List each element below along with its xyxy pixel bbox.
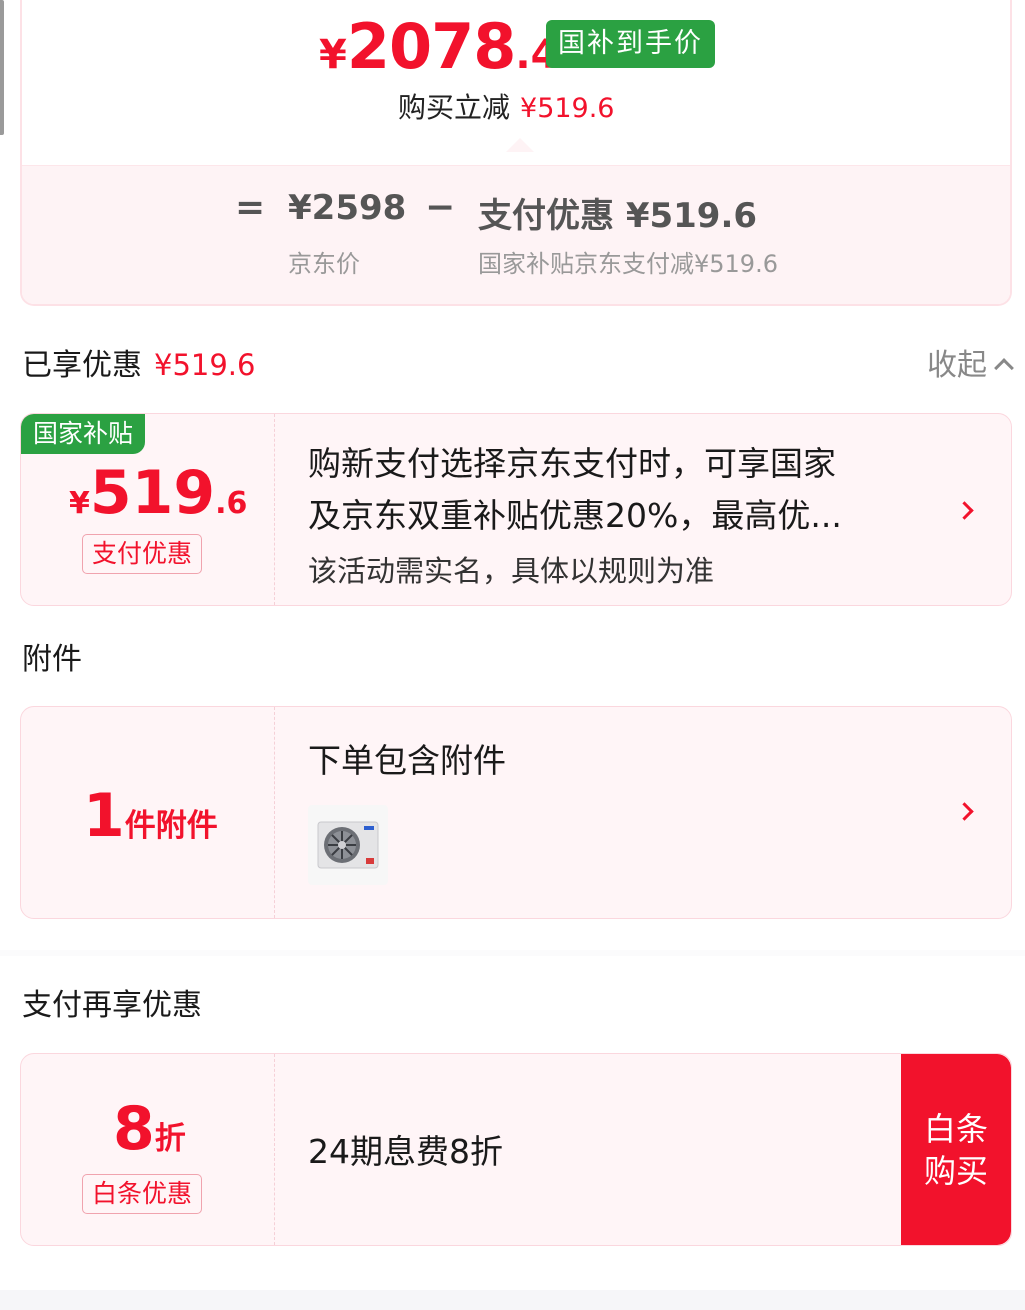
bottom-strip bbox=[0, 1290, 1025, 1310]
chevron-right-icon bbox=[955, 501, 974, 520]
accessory-count-unit: 件附件 bbox=[124, 808, 218, 844]
scroll-indicator[interactable] bbox=[0, 0, 4, 135]
pointer-arrow bbox=[506, 138, 534, 152]
accessory-count-number: 1 bbox=[83, 781, 125, 851]
buy-button-line1: 白条 bbox=[923, 1109, 988, 1148]
collapse-label: 收起 bbox=[927, 348, 987, 383]
enjoyed-title: 已享优惠 bbox=[22, 348, 142, 383]
final-price: ¥2078.4 bbox=[319, 10, 558, 83]
reduction-label: 购买立减 bbox=[398, 91, 511, 124]
discount-rate: 8折 bbox=[113, 1094, 186, 1164]
accessory-section-title: 附件 bbox=[22, 642, 82, 677]
collapse-button[interactable]: 收起 bbox=[927, 340, 1014, 384]
national-subsidy-card[interactable]: ¥519.6 支付优惠 国家补贴 购新支付选择京东支付时，可享国家 及京东双重补… bbox=[20, 413, 1012, 606]
discount-unit: 折 bbox=[154, 1121, 186, 1157]
reduction-value: ¥519.6 bbox=[520, 93, 615, 124]
outdoor-unit-icon bbox=[317, 821, 379, 869]
subsidy-amount-decimal: .6 bbox=[215, 486, 248, 521]
outdoor-unit-thumbnail[interactable] bbox=[308, 805, 388, 885]
pay-discount-value: 支付优惠 ¥519.6 bbox=[478, 196, 758, 236]
jd-price-value: ¥2598 bbox=[288, 188, 407, 228]
accessory-count: 1件附件 bbox=[83, 781, 218, 851]
minus-sign: − bbox=[425, 187, 456, 228]
baitiao-discount-card[interactable]: 8折 白条优惠 24期息费8折 白条 购买 bbox=[20, 1053, 1012, 1246]
subsidy-note: 该活动需实名，具体以规则为准 bbox=[308, 554, 715, 588]
baitiao-buy-button[interactable]: 白条 购买 bbox=[901, 1054, 1011, 1245]
chevron-right-icon bbox=[955, 802, 974, 821]
enjoyed-discount-header: 已享优惠 ¥519.6 bbox=[22, 340, 255, 384]
subsidy-currency: ¥ bbox=[69, 486, 90, 521]
currency-symbol: ¥ bbox=[319, 32, 347, 78]
subsidy-amount: ¥519.6 bbox=[69, 458, 247, 528]
installment-desc: 24期息费8折 bbox=[308, 1132, 503, 1171]
equals-sign: = bbox=[235, 187, 266, 228]
subsidy-desc-line1: 购新支付选择京东支付时，可享国家 bbox=[308, 444, 836, 483]
pay-discount-label: 国家补贴京东支付减¥519.6 bbox=[478, 250, 778, 278]
final-price-integer: 2078 bbox=[346, 10, 517, 83]
subsidy-amount-integer: 519 bbox=[89, 458, 216, 528]
accessory-count-panel: 1件附件 bbox=[21, 707, 275, 918]
accessory-title: 下单包含附件 bbox=[308, 741, 506, 780]
jd-price-label: 京东价 bbox=[288, 250, 360, 278]
baitiao-badge: 白条优惠 bbox=[82, 1174, 203, 1214]
accessory-card[interactable]: 1件附件 下单包含附件 bbox=[20, 706, 1012, 919]
buy-button-line2: 购买 bbox=[923, 1151, 988, 1190]
price-breakdown-card: ¥2078.4 国补到手价 购买立减 ¥519.6 = ¥2598 京东价 − 支… bbox=[20, 0, 1012, 306]
subsidy-price-tag: 国补到手价 bbox=[546, 20, 715, 68]
enjoyed-value: ¥519.6 bbox=[154, 348, 256, 382]
national-subsidy-tag: 国家补贴 bbox=[21, 414, 146, 454]
subsidy-desc-line2: 及京东双重补贴优惠20%，最高优... bbox=[308, 496, 842, 535]
chevron-up-icon bbox=[994, 358, 1014, 378]
pay-discount-badge: 支付优惠 bbox=[82, 534, 203, 574]
pay-more-section-title: 支付再享优惠 bbox=[22, 988, 202, 1023]
discount-number: 8 bbox=[113, 1094, 155, 1164]
section-separator bbox=[0, 950, 1025, 956]
baitiao-discount-panel: 8折 白条优惠 bbox=[21, 1054, 275, 1245]
instant-reduction: 购买立减 ¥519.6 bbox=[398, 86, 615, 126]
